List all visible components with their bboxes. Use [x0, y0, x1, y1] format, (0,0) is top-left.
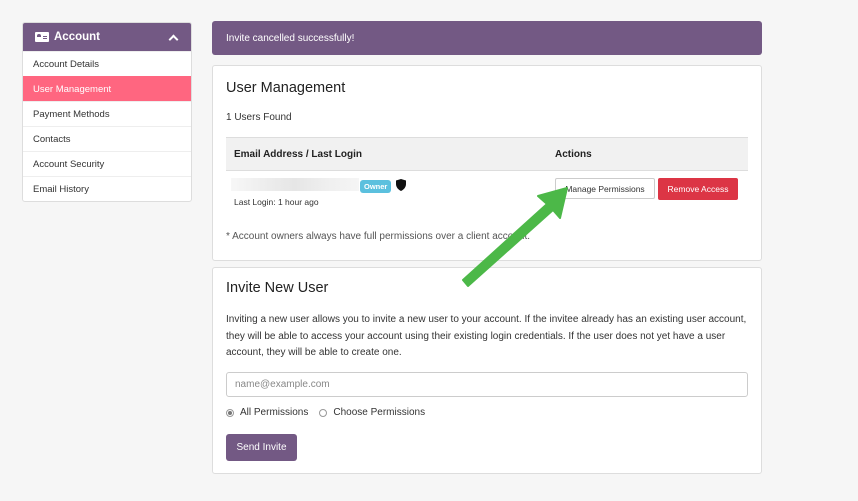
users-table: Email Address / Last Login Actions Owner… [226, 137, 748, 211]
sidebar-item-email-history[interactable]: Email History [23, 176, 191, 201]
users-count: 1 Users Found [226, 112, 292, 123]
column-header-email: Email Address / Last Login [234, 148, 362, 160]
user-email-redacted [231, 178, 359, 191]
all-permissions-label[interactable]: All Permissions [240, 407, 308, 418]
sidebar-item-account-security[interactable]: Account Security [23, 151, 191, 176]
chevron-up-icon[interactable] [168, 34, 179, 44]
permission-options: All Permissions Choose Permissions [226, 407, 436, 418]
sidebar-header-title: Account [54, 31, 100, 43]
success-alert: Invite cancelled successfully! [212, 21, 762, 55]
manage-permissions-button[interactable]: Manage Permissions [555, 178, 655, 199]
column-header-actions: Actions [555, 148, 592, 160]
invite-description: Inviting a new user allows you to invite… [226, 314, 747, 358]
sidebar-item-contacts[interactable]: Contacts [23, 126, 191, 151]
all-permissions-radio[interactable] [226, 408, 234, 417]
choose-permissions-label[interactable]: Choose Permissions [333, 407, 425, 418]
sidebar-item-account-details[interactable]: Account Details [23, 51, 191, 76]
sidebar-item-payment-methods[interactable]: Payment Methods [23, 101, 191, 126]
invite-title: Invite New User [226, 280, 329, 296]
sidebar-item-user-management[interactable]: User Management [23, 76, 191, 101]
remove-access-button[interactable]: Remove Access [658, 178, 738, 200]
user-management-panel: User Management 1 Users Found Email Addr… [212, 65, 762, 261]
send-invite-button[interactable]: Send Invite [226, 434, 297, 461]
sidebar-header-account[interactable]: Account [23, 23, 191, 51]
invite-email-input[interactable] [226, 372, 748, 397]
table-row: Owner Last Login: 1 hour ago Manage Perm… [226, 171, 748, 211]
last-login-text: Last Login: 1 hour ago [234, 197, 319, 207]
owner-badge: Owner [360, 180, 392, 193]
invite-user-panel: Invite New User Inviting a new user allo… [212, 267, 762, 474]
alert-message: Invite cancelled successfully! [226, 32, 355, 44]
account-sidebar: Account Account Details User Management … [22, 22, 192, 202]
id-card-icon [35, 32, 49, 42]
user-management-title: User Management [226, 80, 346, 96]
owner-permissions-note: * Account owners always have full permis… [226, 231, 531, 242]
choose-permissions-radio[interactable] [319, 408, 328, 417]
shield-icon [396, 179, 406, 191]
table-header: Email Address / Last Login Actions [226, 137, 748, 171]
